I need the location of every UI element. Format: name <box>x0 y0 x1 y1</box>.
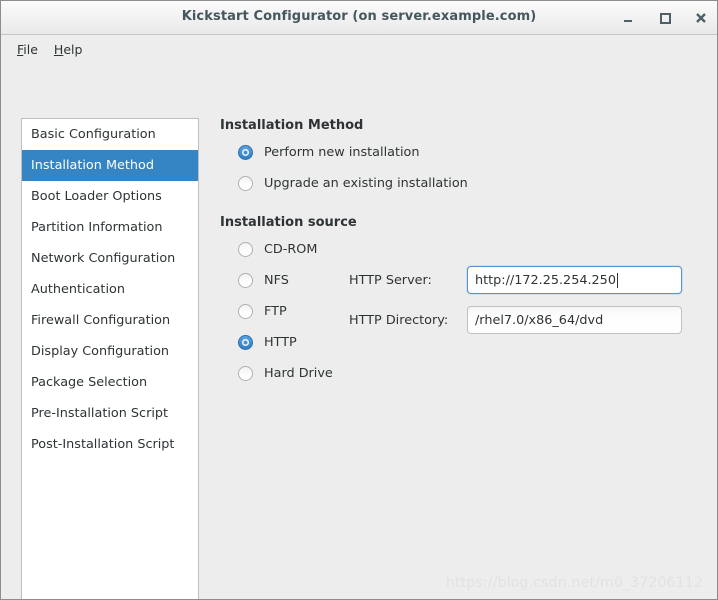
radio-selected-icon <box>238 335 253 350</box>
installation-method-pane: Installation Method Perform new installa… <box>220 118 707 599</box>
radio-unselected-icon <box>238 304 253 319</box>
sidebar-item-installation-method[interactable]: Installation Method <box>22 150 198 181</box>
window-title: Kickstart Configurator (on server.exampl… <box>181 9 537 24</box>
radio-http-label: HTTP <box>264 335 297 350</box>
sidebar-item-basic-configuration[interactable]: Basic Configuration <box>22 119 198 150</box>
category-list[interactable]: Basic Configuration Installation Method … <box>21 118 199 599</box>
watermark-text: https://blog.csdn.net/m0_37206112 <box>445 575 703 591</box>
sidebar-item-display-configuration[interactable]: Display Configuration <box>22 336 198 367</box>
minimize-button[interactable] <box>621 10 637 26</box>
close-button[interactable] <box>693 10 709 26</box>
radio-unselected-icon <box>238 242 253 257</box>
radio-unselected-icon <box>238 176 253 191</box>
sidebar-item-pre-installation-script[interactable]: Pre-Installation Script <box>22 398 198 429</box>
content-area: Basic Configuration Installation Method … <box>1 64 717 599</box>
radio-cdrom-label: CD-ROM <box>264 242 318 257</box>
menu-item-file-label: ile <box>23 42 38 57</box>
radio-hard-drive[interactable]: Hard Drive <box>220 358 707 389</box>
radio-perform-new-installation[interactable]: Perform new installation <box>220 137 707 168</box>
sidebar-item-firewall-configuration[interactable]: Firewall Configuration <box>22 305 198 336</box>
source-fields: HTTP Server: http://172.25.254.250 HTTP … <box>349 260 689 340</box>
radio-upgrade-existing-installation[interactable]: Upgrade an existing installation <box>220 168 707 199</box>
menu-item-file[interactable]: File <box>9 39 46 60</box>
menu-item-help-label: elp <box>63 42 83 57</box>
radio-perform-new-installation-label: Perform new installation <box>264 145 420 160</box>
title-bar: Kickstart Configurator (on server.exampl… <box>1 1 717 35</box>
http-directory-value: /rhel7.0/x86_64/dvd <box>475 312 604 328</box>
radio-nfs-label: NFS <box>264 273 289 288</box>
sidebar-item-boot-loader-options[interactable]: Boot Loader Options <box>22 181 198 212</box>
sidebar-item-network-configuration[interactable]: Network Configuration <box>22 243 198 274</box>
menu-bar: File Help <box>1 35 717 64</box>
http-directory-row: HTTP Directory: /rhel7.0/x86_64/dvd <box>349 300 689 340</box>
http-server-input[interactable]: http://172.25.254.250 <box>467 266 682 294</box>
sidebar-item-partition-information[interactable]: Partition Information <box>22 212 198 243</box>
sidebar-item-authentication[interactable]: Authentication <box>22 274 198 305</box>
application-window: Kickstart Configurator (on server.exampl… <box>0 0 718 600</box>
http-server-value: http://172.25.254.250 <box>475 272 616 288</box>
http-directory-label: HTTP Directory: <box>349 312 449 328</box>
radio-hard-drive-label: Hard Drive <box>264 366 333 381</box>
window-controls <box>621 1 709 35</box>
radio-ftp-label: FTP <box>264 304 287 319</box>
installation-source-heading: Installation source <box>220 215 357 230</box>
installation-method-heading: Installation Method <box>220 118 364 133</box>
text-caret <box>616 272 618 288</box>
radio-unselected-icon <box>238 273 253 288</box>
http-server-row: HTTP Server: http://172.25.254.250 <box>349 260 689 300</box>
radio-unselected-icon <box>238 366 253 381</box>
radio-upgrade-existing-installation-label: Upgrade an existing installation <box>264 176 468 191</box>
sidebar-item-package-selection[interactable]: Package Selection <box>22 367 198 398</box>
maximize-button[interactable] <box>657 10 673 26</box>
radio-selected-icon <box>238 145 253 160</box>
sidebar-item-post-installation-script[interactable]: Post-Installation Script <box>22 429 198 460</box>
http-server-label: HTTP Server: <box>349 272 432 288</box>
http-directory-input[interactable]: /rhel7.0/x86_64/dvd <box>467 306 682 334</box>
menu-item-help[interactable]: Help <box>46 39 91 60</box>
